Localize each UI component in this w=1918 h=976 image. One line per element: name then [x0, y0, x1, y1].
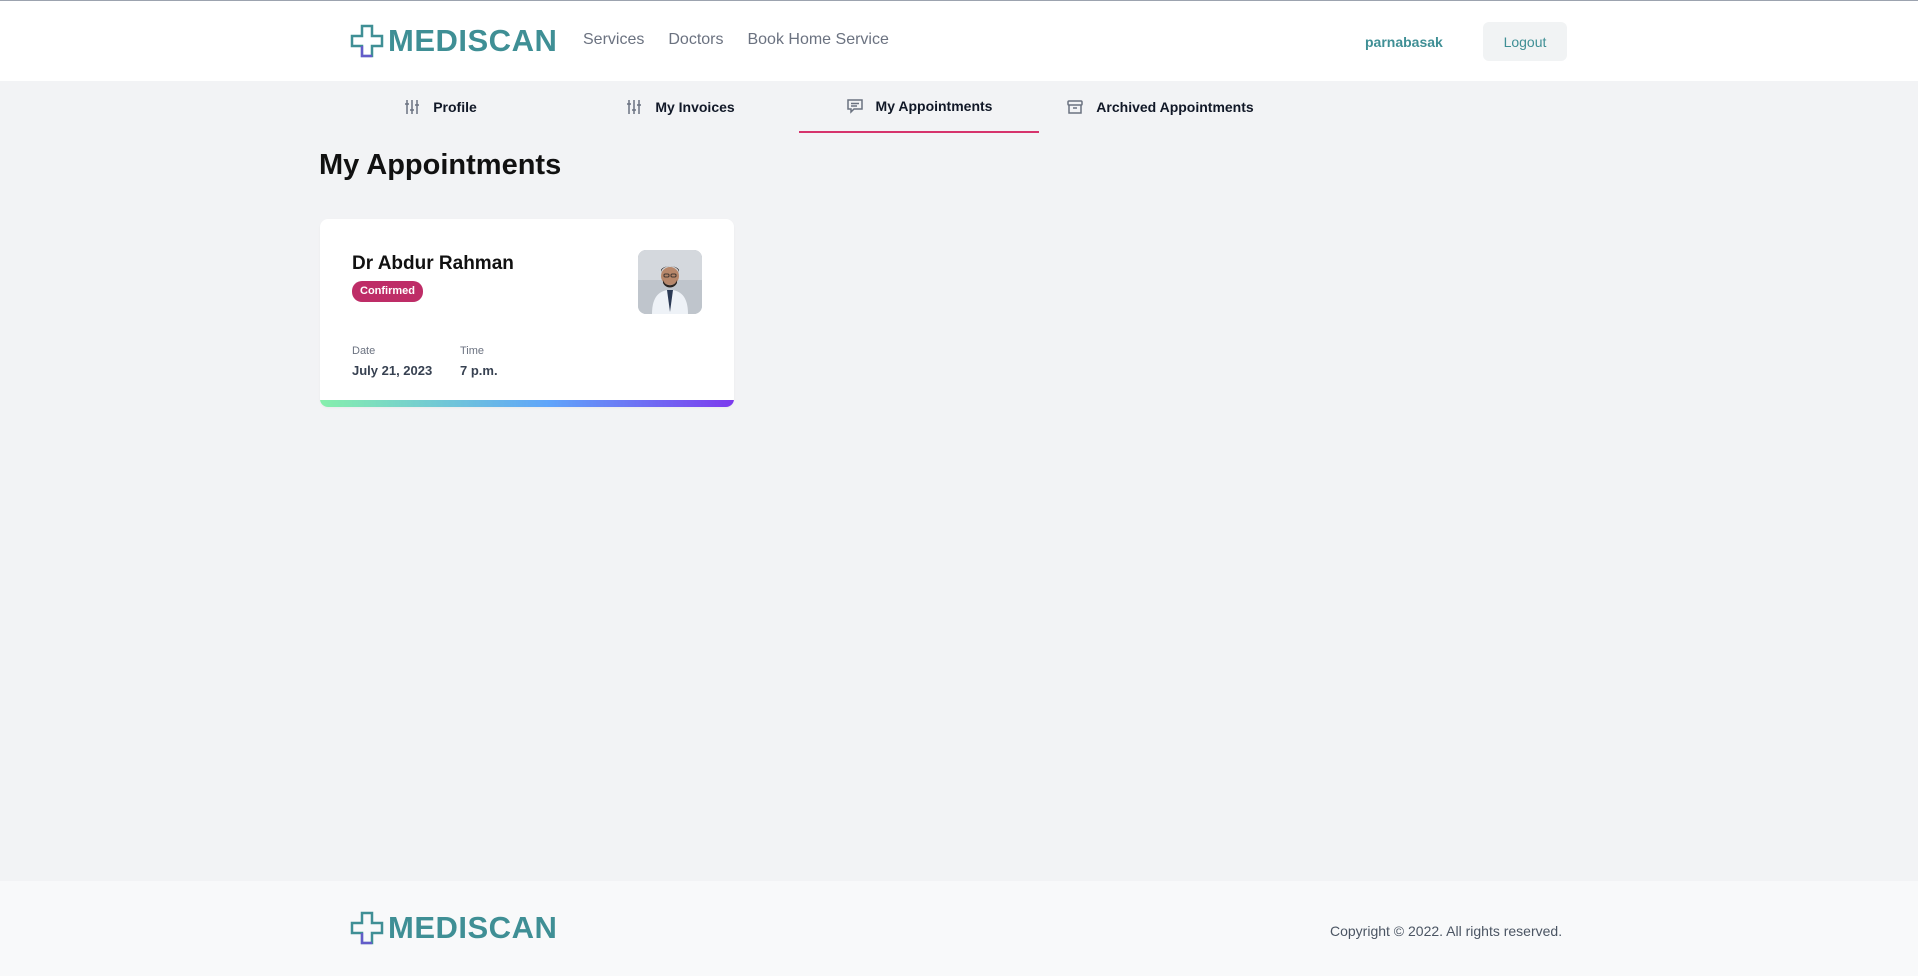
- tab-profile[interactable]: Profile: [320, 81, 560, 133]
- date-value: July 21, 2023: [352, 363, 433, 378]
- brand-name: MEDISCAN: [388, 23, 558, 58]
- tab-label: My Appointments: [875, 98, 993, 114]
- logout-button[interactable]: Logout: [1483, 22, 1567, 61]
- tab-label: Archived Appointments: [1096, 99, 1254, 115]
- tab-label: Profile: [433, 99, 477, 115]
- nav-services[interactable]: Services: [583, 31, 644, 49]
- time-value: 7 p.m.: [460, 363, 498, 378]
- doctor-avatar: [638, 250, 702, 314]
- top-navbar: MEDISCAN Services Doctors Book Home Serv…: [0, 0, 1918, 81]
- copyright-text: Copyright © 2022. All rights reserved.: [1330, 923, 1563, 939]
- time-label: Time: [460, 345, 485, 357]
- footer-brand-name: MEDISCAN: [388, 910, 558, 945]
- tab-my-invoices[interactable]: My Invoices: [560, 81, 800, 133]
- nav-doctors[interactable]: Doctors: [668, 31, 723, 49]
- account-tabs: Profile My Invoices My Appointments Arch…: [0, 81, 1918, 133]
- card-accent-bar: [320, 400, 734, 407]
- medical-cross-icon: [350, 24, 384, 58]
- username-link[interactable]: parnabasak: [1365, 34, 1443, 50]
- chat-icon: [846, 99, 863, 114]
- page-title: My Appointments: [319, 149, 562, 181]
- appointment-card[interactable]: Dr Abdur Rahman Confirmed Date July 21, …: [320, 219, 734, 407]
- status-badge: Confirmed: [352, 281, 423, 302]
- doctor-name: Dr Abdur Rahman: [352, 253, 514, 274]
- main-nav: Services Doctors Book Home Service: [583, 31, 913, 49]
- date-label: Date: [352, 345, 376, 357]
- sliders-icon: [627, 100, 642, 114]
- brand-logo[interactable]: MEDISCAN: [350, 23, 557, 59]
- footer-logo[interactable]: MEDISCAN: [350, 910, 557, 946]
- tab-label: My Invoices: [655, 99, 735, 115]
- tab-my-appointments[interactable]: My Appointments: [799, 81, 1039, 133]
- footer: MEDISCAN Copyright © 2022. All rights re…: [0, 881, 1918, 976]
- doctor-photo: [638, 250, 702, 314]
- archive-icon: [1067, 100, 1084, 114]
- tab-archived-appointments[interactable]: Archived Appointments: [1040, 81, 1280, 133]
- nav-book-home-service[interactable]: Book Home Service: [747, 31, 888, 49]
- sliders-icon: [405, 100, 420, 114]
- medical-cross-icon: [350, 911, 384, 945]
